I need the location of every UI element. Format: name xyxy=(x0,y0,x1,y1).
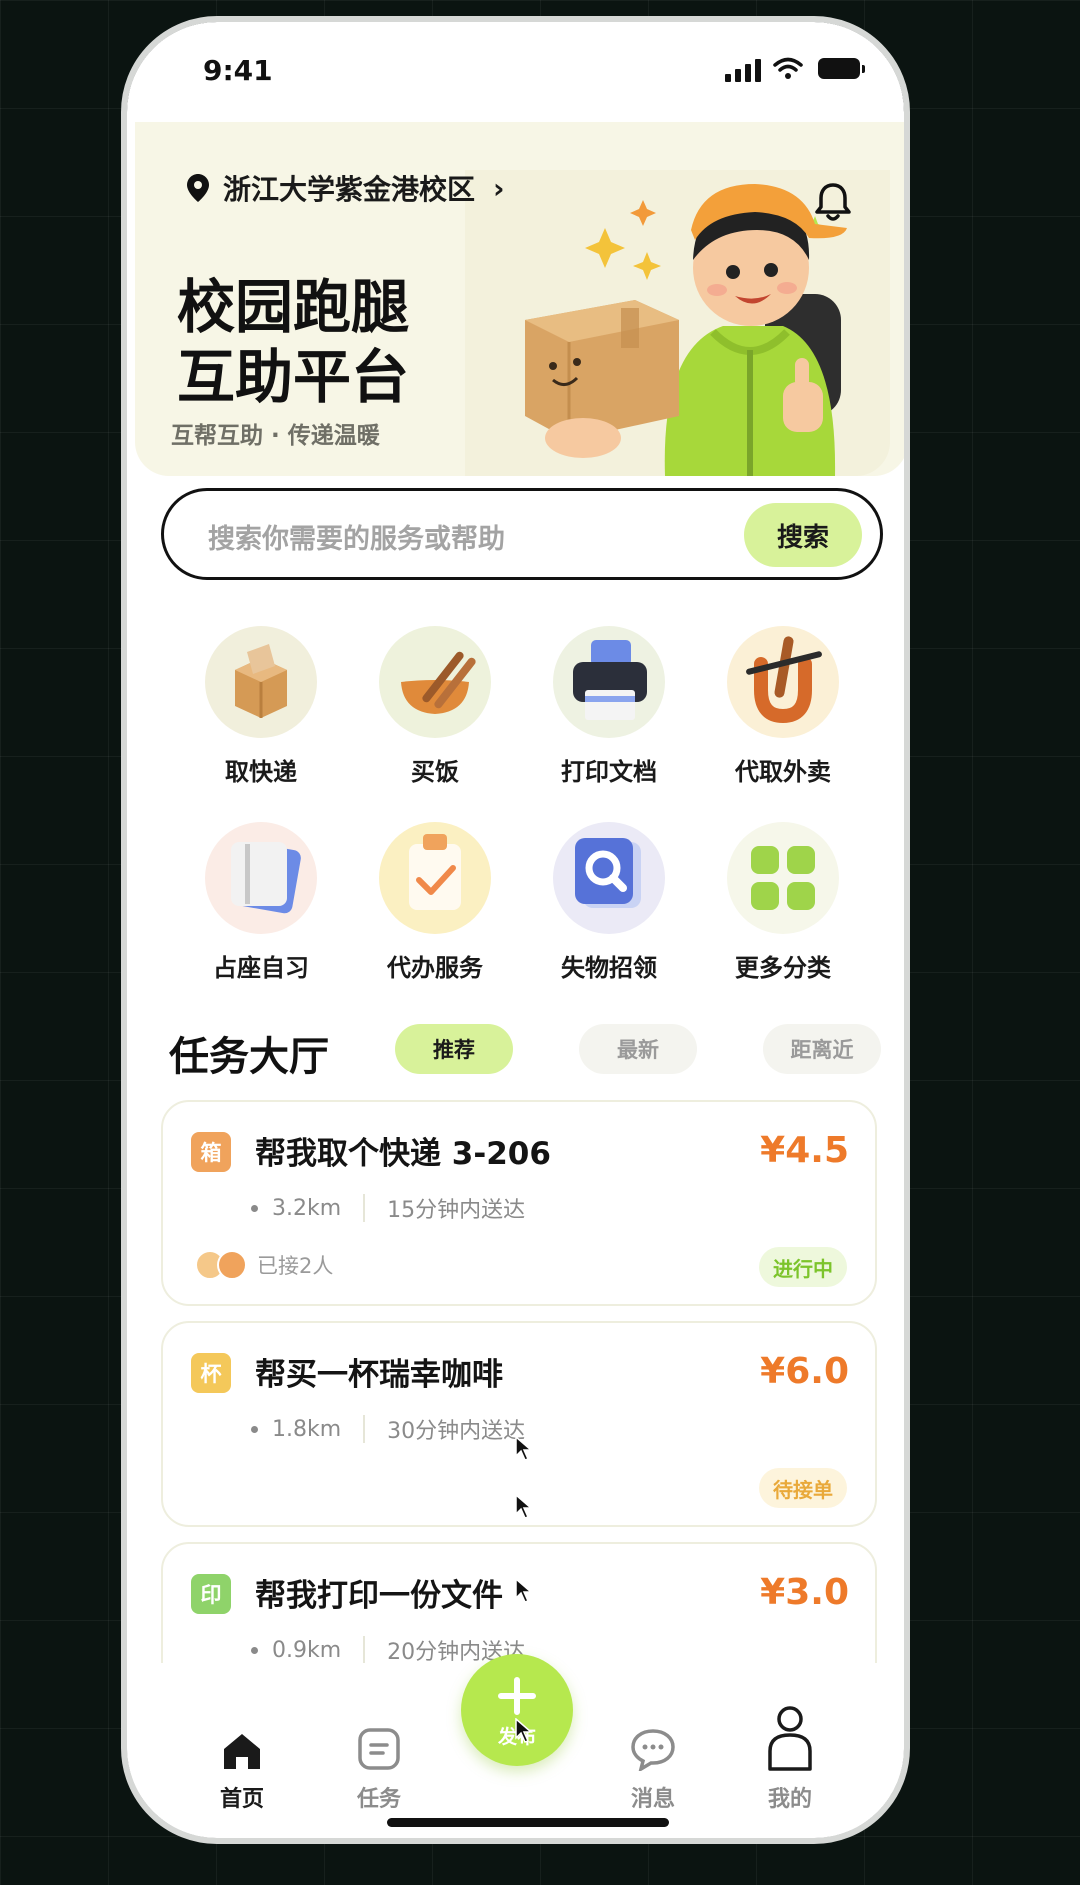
category-more[interactable]: 更多分类 xyxy=(703,822,863,983)
task-distance: 0.9km xyxy=(272,1637,342,1663)
cup-tag-icon: 杯 xyxy=(191,1353,231,1393)
user-icon xyxy=(745,1706,835,1771)
status-badge: 待接单 xyxy=(759,1468,847,1508)
hero-title-line2: 互助平台 xyxy=(177,343,410,411)
chat-bubble-icon xyxy=(608,1723,698,1771)
avatar xyxy=(217,1250,247,1280)
book-icon xyxy=(205,822,317,934)
task-title: 帮我取个快递 3-206 xyxy=(255,1136,551,1172)
box-tag-icon: 箱 xyxy=(191,1132,231,1172)
takers-count: 已接2人 xyxy=(257,1254,334,1278)
home-icon xyxy=(197,1723,287,1771)
chevron-right-icon: › xyxy=(493,171,505,205)
printer-icon xyxy=(553,626,665,738)
task-eta: 30分钟内送达 xyxy=(387,1419,526,1444)
tab-mine[interactable]: 我的 xyxy=(745,1706,835,1813)
bell-icon[interactable] xyxy=(815,182,851,222)
grid-icon xyxy=(727,822,839,934)
magnifier-icon xyxy=(553,822,665,934)
category-errand-service[interactable]: 代办服务 xyxy=(355,822,515,983)
category-label: 买饭 xyxy=(411,758,459,786)
plus-icon xyxy=(498,1677,536,1715)
task-meta: 3.2km 15分钟内送达 xyxy=(251,1192,525,1224)
hero-title-line1: 校园跑腿 xyxy=(177,273,410,341)
bullet-dot xyxy=(251,1425,258,1433)
location-selector[interactable]: 浙江大学紫金港校区 › xyxy=(187,168,505,208)
task-distance: 3.2km xyxy=(272,1195,342,1221)
signal-icon xyxy=(725,58,761,82)
search-input[interactable]: 搜索你需要的服务或帮助 xyxy=(208,517,505,556)
clipboard-check-icon xyxy=(379,822,491,934)
tab-label: 消息 xyxy=(630,1787,675,1812)
task-title: 帮买一杯瑞幸咖啡 xyxy=(255,1357,503,1393)
hero-subtitle: 互帮互助 · 传递温暖 xyxy=(171,423,380,449)
tab-label: 首页 xyxy=(219,1787,264,1812)
divider xyxy=(363,1415,366,1443)
category-label: 代取外卖 xyxy=(735,758,831,786)
task-price: ¥6.0 xyxy=(760,1351,849,1392)
status-bar: 9:41 xyxy=(127,22,904,122)
task-list-icon xyxy=(334,1723,424,1771)
category-pickup-express[interactable]: 取快递 xyxy=(181,626,341,787)
location-pin-icon xyxy=(187,174,209,202)
category-takeout[interactable]: 代取外卖 xyxy=(703,626,863,787)
publish-button[interactable]: 发布 xyxy=(461,1654,573,1766)
tab-home[interactable]: 首页 xyxy=(197,1723,287,1813)
taker-avatars: 已接2人 xyxy=(195,1250,333,1280)
task-price: ¥4.5 xyxy=(760,1130,849,1171)
task-title: 帮我打印一份文件 xyxy=(255,1578,503,1614)
takeout-icon xyxy=(727,626,839,738)
wifi-icon xyxy=(773,57,803,79)
home-indicator xyxy=(387,1818,669,1827)
status-time: 9:41 xyxy=(203,54,273,87)
search-button[interactable]: 搜索 xyxy=(744,503,862,567)
tab-tasks[interactable]: 任务 xyxy=(334,1723,424,1813)
task-distance: 1.8km xyxy=(272,1416,342,1442)
tab-recommended[interactable]: 推荐 xyxy=(395,1024,513,1074)
package-icon xyxy=(205,626,317,738)
category-label: 占座自习 xyxy=(213,954,309,982)
bullet-dot xyxy=(251,1204,258,1212)
tab-messages[interactable]: 消息 xyxy=(608,1723,698,1813)
tab-nearest[interactable]: 距离近 xyxy=(763,1024,881,1074)
category-print-document[interactable]: 打印文档 xyxy=(529,626,689,787)
bullet-dot xyxy=(251,1646,258,1654)
divider xyxy=(363,1636,366,1664)
mouse-cursor-icon xyxy=(515,1718,533,1743)
phone-frame: 9:41 浙江大学紫金港校区 › 校园跑腿 互助平台 互帮互助 · 传递温暖 搜… xyxy=(121,16,910,1844)
battery-icon xyxy=(818,58,865,79)
category-label: 打印文档 xyxy=(561,758,657,786)
divider xyxy=(363,1194,366,1222)
task-card[interactable]: 箱 帮我取个快递 3-206 ¥4.5 3.2km 15分钟内送达 已接2人 进… xyxy=(161,1100,877,1306)
category-label: 更多分类 xyxy=(735,954,831,982)
category-label: 取快递 xyxy=(225,758,297,786)
category-lost-found[interactable]: 失物招领 xyxy=(529,822,689,983)
print-tag-icon: 印 xyxy=(191,1574,231,1614)
mouse-cursor-icon xyxy=(515,1578,533,1603)
category-label: 失物招领 xyxy=(561,954,657,982)
mouse-cursor-icon xyxy=(515,1494,533,1519)
search-bar[interactable]: 搜索你需要的服务或帮助 搜索 xyxy=(161,488,883,580)
task-eta: 15分钟内送达 xyxy=(387,1198,526,1223)
location-name: 浙江大学紫金港校区 xyxy=(223,173,476,206)
status-badge: 进行中 xyxy=(759,1247,847,1287)
category-seat-reserve[interactable]: 占座自习 xyxy=(181,822,341,983)
category-label: 代办服务 xyxy=(387,954,483,982)
tab-latest[interactable]: 最新 xyxy=(579,1024,697,1074)
tab-label: 任务 xyxy=(356,1787,401,1812)
app-screen: 9:41 浙江大学紫金港校区 › 校园跑腿 互助平台 互帮互助 · 传递温暖 搜… xyxy=(127,22,904,1838)
mouse-cursor-icon xyxy=(515,1436,533,1461)
tab-label: 我的 xyxy=(767,1787,812,1812)
food-bowl-icon xyxy=(379,626,491,738)
task-price: ¥3.0 xyxy=(760,1572,849,1613)
task-meta: 1.8km 30分钟内送达 xyxy=(251,1413,525,1445)
task-hall-title: 任务大厅 xyxy=(169,1034,329,1080)
category-buy-food[interactable]: 买饭 xyxy=(355,626,515,787)
hero-title: 校园跑腿 互助平台 xyxy=(177,272,409,412)
